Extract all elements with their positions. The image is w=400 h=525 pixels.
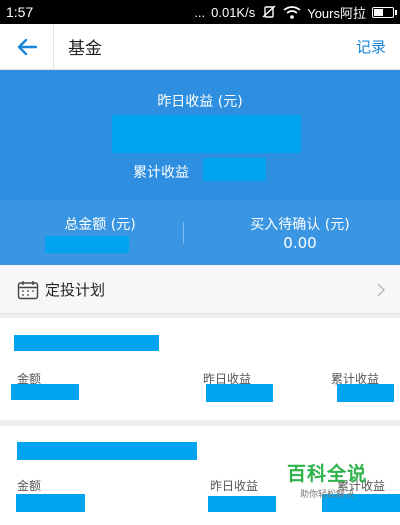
watermark: 百科全说 助你轻松解决 — [282, 459, 372, 500]
back-button[interactable] — [0, 23, 54, 70]
fund-cumulative-value — [337, 384, 394, 402]
fund-yesterday-label: 昨日收益 — [210, 479, 259, 493]
calendar-icon — [17, 280, 39, 299]
battery-icon — [372, 6, 397, 18]
wifi-icon — [283, 5, 301, 19]
pending-amount-value: 0.00 — [283, 234, 317, 252]
watermark-subtitle: 助你轻松解决 — [299, 490, 354, 500]
total-amount-value — [45, 236, 129, 253]
fund-yesterday-value — [206, 384, 273, 402]
yesterday-earnings-value — [112, 115, 301, 153]
page-title: 基金 — [68, 39, 102, 59]
fund-amount-value — [16, 494, 85, 512]
status-right: ... 0.01K/s Yours阿拉 — [194, 3, 397, 22]
arrow-left-icon — [17, 38, 37, 55]
fund-amount-value — [11, 384, 79, 400]
totals-divider — [183, 222, 184, 244]
fund-amount-label: 金额 — [17, 479, 42, 493]
fund-yesterday-value — [208, 496, 276, 512]
chevron-right-icon — [377, 282, 386, 297]
totals-row: 总金额 (元) 买入待确认 (元) 0.00 — [0, 200, 400, 265]
carrier-name: Yours阿拉 — [307, 5, 366, 21]
network-speed: 0.01K/s — [211, 4, 256, 20]
cumulative-earnings-label: 累计收益 — [133, 165, 189, 181]
app-bar: 基金 记录 — [0, 23, 400, 70]
status-time: 1:57 — [6, 4, 34, 20]
watermark-title: 百科全说 — [286, 463, 367, 485]
status-bar: 1:57 ... 0.01K/s Yours阿拉 — [0, 0, 400, 24]
fund-name — [17, 442, 197, 460]
investment-plan-row[interactable]: 定投计划 — [0, 266, 400, 314]
cumulative-earnings-value — [203, 158, 266, 181]
fund-name — [14, 335, 159, 351]
vibrate-off-icon — [262, 5, 276, 18]
investment-plan-label: 定投计划 — [45, 281, 106, 299]
total-amount: 总金额 (元) — [0, 200, 200, 265]
earnings-summary: 昨日收益 (元) 累计收益 — [0, 70, 400, 200]
total-amount-label: 总金额 (元) — [64, 217, 136, 233]
pending-amount-label: 买入待确认 (元) — [250, 217, 350, 233]
status-dots: ... — [194, 4, 206, 20]
pending-amount: 买入待确认 (元) 0.00 — [200, 200, 400, 265]
records-link[interactable]: 记录 — [356, 36, 386, 57]
yesterday-earnings-label: 昨日收益 (元) — [157, 94, 243, 110]
fund-card[interactable]: 金额 昨日收益 累计收益 — [0, 318, 400, 420]
